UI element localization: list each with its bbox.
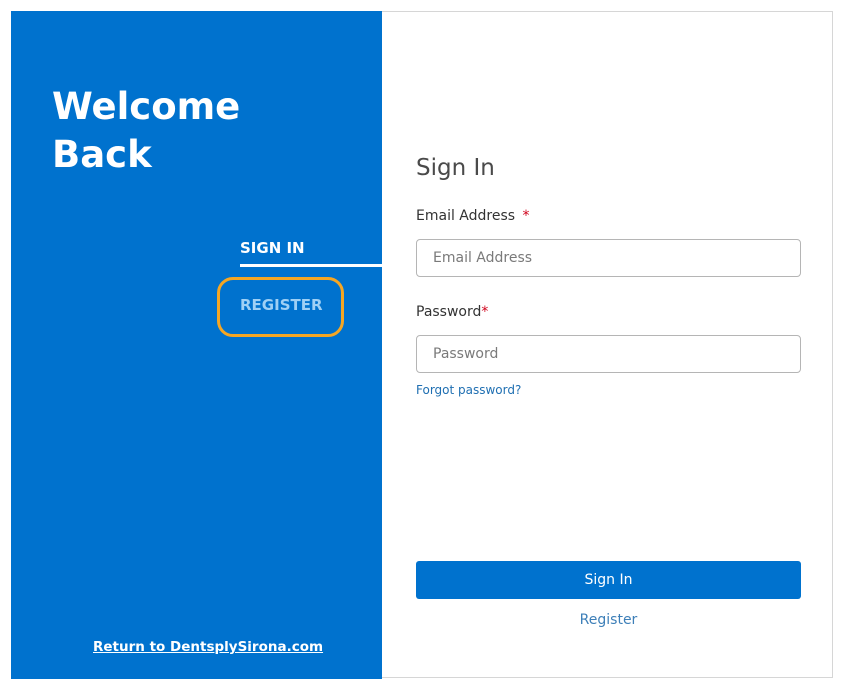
sign-in-button[interactable]: Sign In bbox=[416, 561, 801, 599]
welcome-line-1: Welcome bbox=[52, 85, 241, 128]
tab-sign-in[interactable]: SIGN IN bbox=[240, 239, 382, 267]
forgot-password-link[interactable]: Forgot password? bbox=[416, 383, 521, 397]
password-field[interactable] bbox=[416, 335, 801, 373]
password-label: Password* bbox=[416, 304, 488, 320]
welcome-heading: Welcome Back bbox=[52, 83, 312, 179]
form-title: Sign In bbox=[416, 155, 495, 181]
return-to-site-link[interactable]: Return to DentsplySirona.com bbox=[93, 639, 323, 655]
password-required-marker: * bbox=[481, 304, 489, 320]
tab-register[interactable]: REGISTER bbox=[240, 296, 323, 314]
email-label: Email Address * bbox=[416, 208, 530, 224]
welcome-line-2: Back bbox=[52, 133, 152, 176]
email-label-text: Email Address bbox=[416, 208, 516, 224]
email-field[interactable] bbox=[416, 239, 801, 277]
register-link[interactable]: Register bbox=[416, 612, 801, 628]
password-label-text: Password bbox=[416, 304, 482, 320]
email-required-marker: * bbox=[522, 208, 530, 224]
welcome-panel: Welcome Back SIGN IN REGISTER Return to … bbox=[11, 11, 382, 679]
